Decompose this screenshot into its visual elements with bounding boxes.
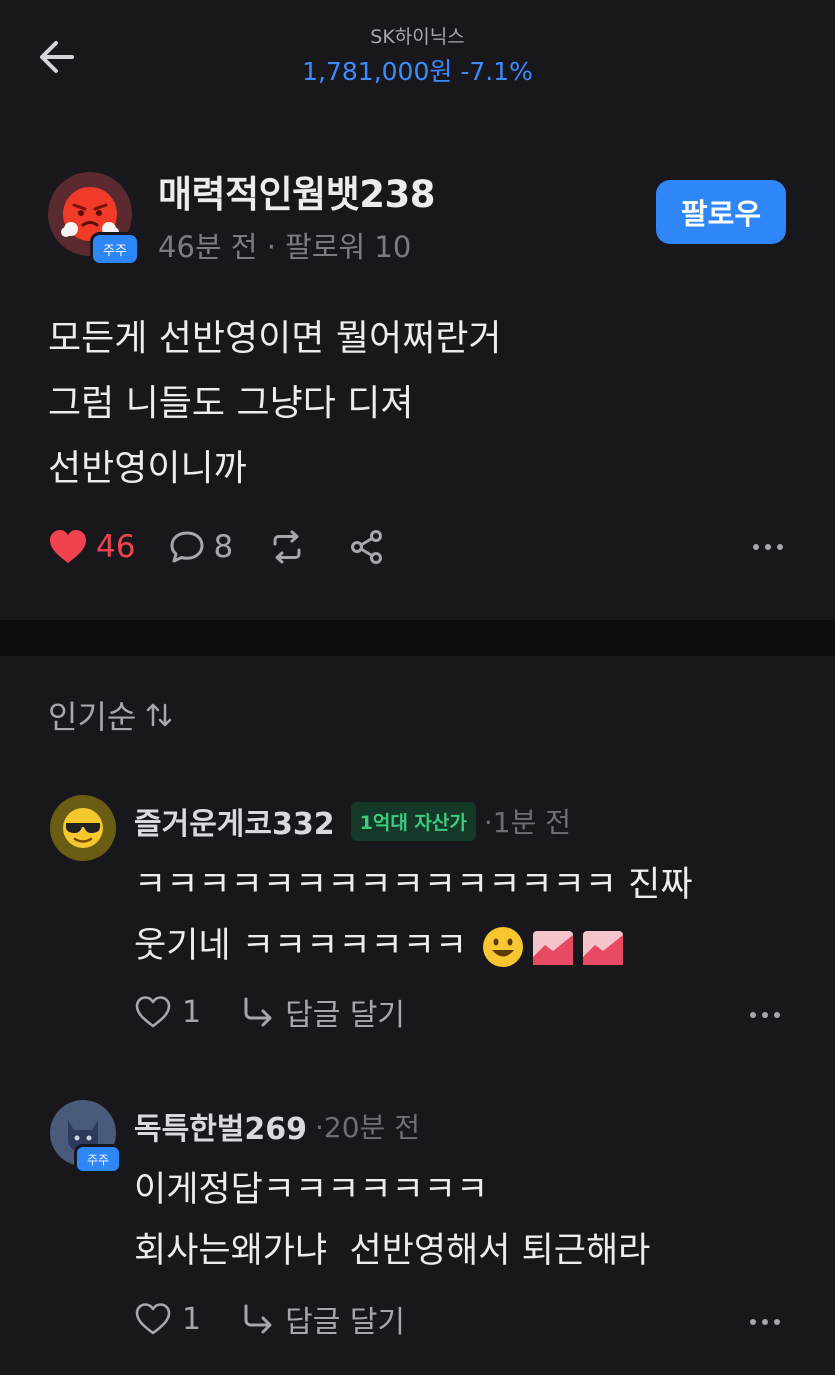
follower-count: 팔로워 10 (285, 230, 412, 264)
comment-body: ㅋㅋㅋㅋㅋㅋㅋㅋㅋㅋㅋㅋㅋㅋㅋ 진짜 웃기네 ㅋㅋㅋㅋㅋㅋㅋ (134, 855, 693, 977)
comment-like-button[interactable]: 1 (134, 995, 201, 1030)
reply-button[interactable]: 답글 달기 (241, 1297, 405, 1341)
comment-line: 이게정답ㅋㅋㅋㅋㅋㅋㅋ (134, 1170, 489, 1210)
post-actions: 46 8 (48, 522, 788, 572)
top-bar: SK하이닉스 1,781,000원 -7.1% (0, 0, 835, 110)
commenter-name[interactable]: 즐거운게코332 (134, 799, 335, 843)
reply-label: 답글 달기 (285, 998, 406, 1033)
heart-outline-icon (135, 1303, 171, 1335)
reply-arrow-icon (244, 1304, 272, 1334)
section-divider (0, 620, 835, 656)
comment-time: ·1분 전 (483, 806, 572, 839)
shareholder-badge: 주주 (90, 232, 140, 266)
comment-like-button[interactable]: 1 (134, 1302, 201, 1337)
chart-increasing-icon (583, 930, 624, 965)
comment-time: ·20분 전 (315, 1111, 420, 1144)
shareholder-badge: 주주 (74, 1144, 122, 1174)
reply-arrow-icon (244, 997, 272, 1027)
post-body: 모든게 선반영이면 뭘어쩌란거 그럼 니들도 그냥다 디져 선반영이니까 (48, 306, 501, 501)
reply-button[interactable]: 답글 달기 (241, 990, 405, 1034)
author-name[interactable]: 매력적인웜뱃238 (158, 164, 435, 218)
comment-header: 독특한벌269 ·20분 전 (134, 1104, 420, 1148)
price-change: -7.1% (460, 57, 533, 86)
comment-like-count: 1 (182, 1301, 202, 1337)
comment-like-count: 1 (182, 994, 202, 1030)
more-dots-icon (753, 544, 783, 550)
post-line: 그럼 니들도 그냥다 디져 (48, 383, 414, 424)
follow-button[interactable]: 팔로우 (656, 180, 786, 244)
comment-more-button[interactable] (745, 1307, 785, 1337)
speech-bubble-icon (170, 531, 204, 563)
comment-line: 회사는왜가냐 선반영해서 퇴근해라 (134, 1231, 651, 1271)
comment-header: 즐거운게코332 1억대 자산가 ·1분 전 (134, 799, 571, 843)
author-avatar[interactable]: 주주 (48, 172, 140, 272)
comment-line-wrap: 웃기네 ㅋㅋㅋㅋㅋㅋㅋ (134, 916, 693, 977)
price-value: 1,781,000원 (302, 57, 453, 86)
heart-filled-icon (50, 530, 86, 563)
post: 주주 매력적인웜뱃238 46분 전 · 팔로워 10 팔로우 모든게 선반영이… (0, 110, 835, 620)
like-button[interactable]: 46 (48, 529, 135, 565)
sort-arrows-icon (147, 703, 172, 727)
post-line: 모든게 선반영이면 뭘어쩌란거 (48, 318, 502, 359)
comment-line: ㅋㅋㅋㅋㅋㅋㅋㅋㅋㅋㅋㅋㅋㅋㅋ 진짜 (134, 865, 693, 905)
repost-button[interactable] (267, 530, 315, 564)
repost-icon (273, 530, 301, 564)
heart-outline-icon (135, 996, 171, 1028)
comment-item: 주주 독특한벌269 ·20분 전 이게정답ㅋㅋㅋㅋㅋㅋㅋ 회사는왜가냐 선반영… (0, 1100, 835, 1355)
sort-label: 인기순 (48, 698, 137, 736)
stock-name[interactable]: SK하이닉스 (0, 22, 835, 49)
post-time: 46분 전 (158, 230, 258, 264)
comment-body: 이게정답ㅋㅋㅋㅋㅋㅋㅋ 회사는왜가냐 선반영해서 퇴근해라 (134, 1160, 650, 1282)
commenter-avatar[interactable] (50, 795, 116, 861)
grinning-emoji-icon (483, 926, 524, 967)
comment-button[interactable]: 8 (169, 529, 233, 565)
stock-price: 1,781,000원 -7.1% (0, 52, 835, 88)
more-dots-icon (750, 1319, 780, 1325)
more-dots-icon (750, 1012, 780, 1018)
comment-more-button[interactable] (745, 1000, 785, 1030)
share-button[interactable] (349, 529, 393, 565)
asset-tag: 1억대 자산가 (350, 801, 476, 841)
commenter-name[interactable]: 독특한벌269 (134, 1104, 307, 1148)
comment-line: 웃기네 ㅋㅋㅋㅋㅋㅋㅋ (134, 926, 468, 966)
meta-separator: · (266, 230, 286, 264)
comment-actions: 1 답글 달기 (134, 1297, 405, 1341)
comment-item: 즐거운게코332 1억대 자산가 ·1분 전 ㅋㅋㅋㅋㅋㅋㅋㅋㅋㅋㅋㅋㅋㅋㅋ 진… (0, 795, 835, 1045)
comment-actions: 1 답글 달기 (134, 990, 405, 1034)
post-line: 선반영이니까 (48, 448, 247, 489)
sort-toggle[interactable]: 인기순 (48, 692, 174, 738)
author-meta: 46분 전 · 팔로워 10 (158, 224, 411, 266)
like-count: 46 (96, 529, 136, 565)
post-more-button[interactable] (748, 532, 788, 562)
chart-increasing-icon (533, 930, 574, 965)
reply-label: 답글 달기 (285, 1305, 406, 1340)
comment-count: 8 (213, 529, 234, 565)
sunglasses-face-icon (63, 808, 103, 848)
share-icon (351, 530, 383, 564)
